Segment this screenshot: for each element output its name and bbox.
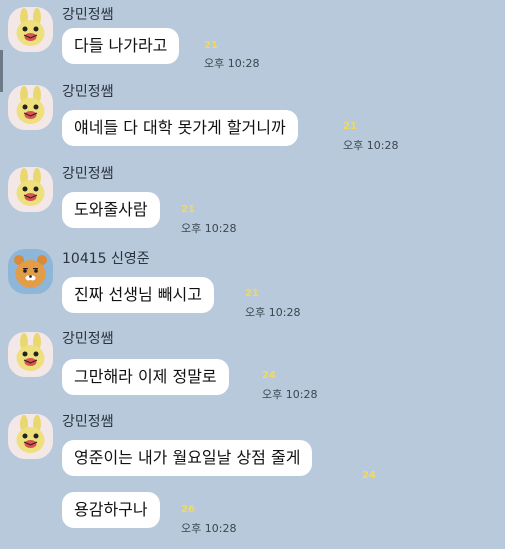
sender-name: 강민정쌤 (62, 84, 114, 100)
kakao-muzi-icon[interactable] (8, 7, 53, 52)
sender-name: 10415 신영준 (62, 251, 150, 267)
kakao-muzi-icon[interactable] (8, 414, 53, 459)
sender-name: 강민정쌤 (62, 331, 114, 347)
kakao-muzi-icon[interactable] (8, 167, 53, 212)
message-bubble[interactable]: 도와줄사람 (62, 192, 160, 228)
unread-count: 26 (181, 504, 195, 515)
kakao-muzi-icon[interactable] (8, 332, 53, 377)
timestamp: 오후 10:28 (181, 222, 237, 235)
unread-count: 21 (343, 121, 357, 132)
sender-name: 강민정쌤 (62, 7, 114, 23)
timestamp: 오후 10:28 (181, 522, 237, 535)
unread-count: 21 (245, 288, 259, 299)
timestamp: 오후 10:28 (245, 306, 301, 319)
message-bubble[interactable]: 다들 나가라고 (62, 28, 180, 64)
timestamp: 오후 10:28 (343, 139, 399, 152)
timestamp: 오후 10:28 (204, 57, 260, 70)
unread-count: 21 (181, 204, 195, 215)
unread-count: 24 (262, 370, 276, 381)
message-bubble[interactable]: 그만해라 이제 정말로 (62, 359, 229, 395)
message-bubble[interactable]: 영준이는 내가 월요일날 상점 줄게 (62, 440, 313, 476)
scroll-indicator (0, 50, 3, 92)
sender-name: 강민정쌤 (62, 414, 114, 430)
message-bubble[interactable]: 진짜 선생님 빼시고 (62, 277, 214, 313)
message-bubble[interactable]: 용감하구나 (62, 492, 160, 528)
unread-count: 21 (204, 40, 218, 51)
kakao-ryan-icon[interactable] (8, 249, 53, 294)
chat-message-list[interactable]: 강민정쌤 다들 나가라고 21 오후 10:28 강민정쌤 얘네들 다 대학 못… (0, 0, 505, 549)
unread-count: 24 (362, 470, 376, 481)
timestamp: 오후 10:28 (262, 388, 318, 401)
sender-name: 강민정쌤 (62, 166, 114, 182)
message-bubble[interactable]: 얘네들 다 대학 못가게 할거니까 (62, 110, 298, 146)
kakao-muzi-icon[interactable] (8, 85, 53, 130)
